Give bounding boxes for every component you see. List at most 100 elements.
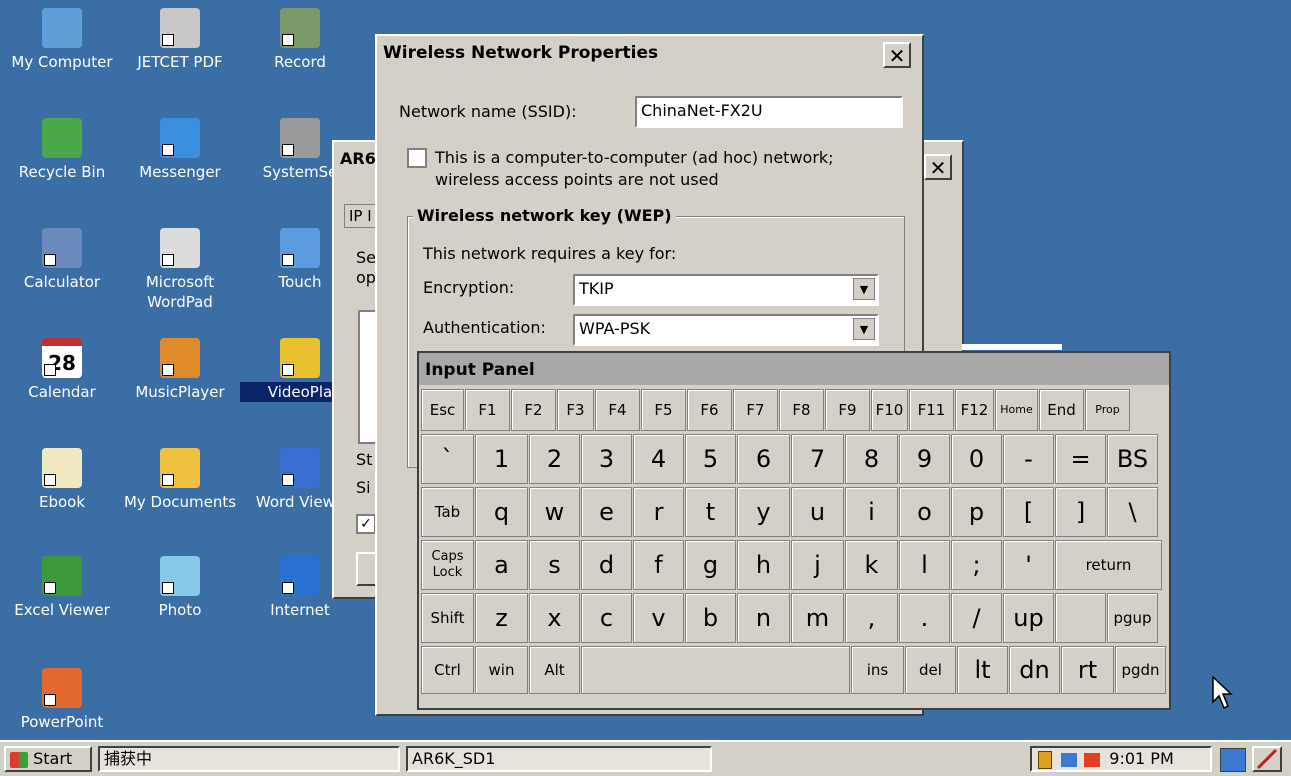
desktop-icon-ebook[interactable]: Ebook: [2, 448, 122, 512]
key-f4[interactable]: F4: [595, 389, 640, 431]
key-h[interactable]: h: [737, 540, 790, 590]
key-c[interactable]: c: [581, 593, 632, 643]
key-shift[interactable]: Shift: [421, 593, 474, 643]
key-5[interactable]: 5: [685, 434, 736, 484]
key-3[interactable]: 3: [581, 434, 632, 484]
key-k[interactable]: k: [845, 540, 898, 590]
key--[interactable]: .: [899, 593, 950, 643]
key-7[interactable]: 7: [791, 434, 844, 484]
key-space[interactable]: [581, 646, 850, 694]
key-j[interactable]: j: [791, 540, 844, 590]
key-f7[interactable]: F7: [733, 389, 778, 431]
desktop-icon-excel-viewer[interactable]: Excel Viewer: [2, 556, 122, 620]
key-x[interactable]: x: [529, 593, 580, 643]
adhoc-label-line1[interactable]: This is a computer-to-computer (ad hoc) …: [435, 148, 834, 167]
desktop-icon-photo[interactable]: Photo: [120, 556, 240, 620]
key-m[interactable]: m: [791, 593, 844, 643]
chevron-down-icon[interactable]: ▼: [853, 278, 875, 300]
key--[interactable]: ;: [951, 540, 1002, 590]
key-r[interactable]: r: [633, 487, 684, 537]
key-ctrl[interactable]: Ctrl: [421, 646, 474, 694]
key--[interactable]: -: [1003, 434, 1054, 484]
key-e[interactable]: e: [581, 487, 632, 537]
key-bs[interactable]: BS: [1107, 434, 1158, 484]
key-tab[interactable]: Tab: [421, 487, 474, 537]
key-lt[interactable]: lt: [957, 646, 1008, 694]
ar6k-close-button[interactable]: ✕: [924, 154, 952, 180]
key-win[interactable]: win: [475, 646, 528, 694]
key-rt[interactable]: rt: [1061, 646, 1114, 694]
key-blank[interactable]: [1055, 593, 1106, 643]
key-t[interactable]: t: [685, 487, 736, 537]
key-f[interactable]: f: [633, 540, 684, 590]
key--[interactable]: =: [1055, 434, 1106, 484]
key-p[interactable]: p: [951, 487, 1002, 537]
desktop-icon-record[interactable]: Record: [240, 8, 360, 72]
ar6k-checkbox[interactable]: ✓: [356, 514, 376, 534]
pen-icon[interactable]: [1252, 746, 1282, 772]
key-2[interactable]: 2: [529, 434, 580, 484]
key--[interactable]: \: [1107, 487, 1158, 537]
key--[interactable]: `: [421, 434, 474, 484]
chevron-down-icon[interactable]: ▼: [853, 318, 875, 340]
key-8[interactable]: 8: [845, 434, 898, 484]
key-s[interactable]: s: [529, 540, 580, 590]
key-g[interactable]: g: [685, 540, 736, 590]
key-a[interactable]: a: [475, 540, 528, 590]
key-d[interactable]: d: [581, 540, 632, 590]
input-method-icon[interactable]: [1084, 752, 1101, 767]
desktop-icon-my-documents[interactable]: My Documents: [120, 448, 240, 512]
key-dn[interactable]: dn: [1009, 646, 1060, 694]
key-n[interactable]: n: [737, 593, 790, 643]
encryption-select[interactable]: TKIP ▼: [573, 274, 879, 306]
desktop-icon-recycle-bin[interactable]: Recycle Bin: [2, 118, 122, 182]
key-f9[interactable]: F9: [825, 389, 870, 431]
key--[interactable]: ]: [1055, 487, 1106, 537]
key-f10[interactable]: F10: [871, 389, 908, 431]
key-o[interactable]: o: [899, 487, 950, 537]
task-button-ar6k[interactable]: AR6K_SD1: [406, 746, 712, 772]
key-home[interactable]: Home: [995, 389, 1038, 431]
key-z[interactable]: z: [475, 593, 528, 643]
start-button[interactable]: Start: [4, 746, 92, 772]
key-1[interactable]: 1: [475, 434, 528, 484]
desktop-icon[interactable]: [1220, 748, 1246, 772]
key-f3[interactable]: F3: [557, 389, 594, 431]
ssid-input[interactable]: ChinaNet-FX2U: [635, 96, 903, 128]
key-f11[interactable]: F11: [909, 389, 954, 431]
key-f5[interactable]: F5: [641, 389, 686, 431]
key-alt[interactable]: Alt: [529, 646, 580, 694]
adhoc-checkbox[interactable]: [407, 148, 427, 168]
key-return[interactable]: return: [1055, 540, 1162, 590]
key-pgup[interactable]: pgup: [1107, 593, 1158, 643]
authentication-select[interactable]: WPA-PSK ▼: [573, 314, 879, 346]
key-pgdn[interactable]: pgdn: [1115, 646, 1166, 694]
key-b[interactable]: b: [685, 593, 736, 643]
key--[interactable]: /: [951, 593, 1002, 643]
key-i[interactable]: i: [845, 487, 898, 537]
key-0[interactable]: 0: [951, 434, 1002, 484]
key-6[interactable]: 6: [737, 434, 790, 484]
key-caps-lock[interactable]: Caps Lock: [421, 540, 474, 590]
key-v[interactable]: v: [633, 593, 684, 643]
key-q[interactable]: q: [475, 487, 528, 537]
key-up[interactable]: up: [1003, 593, 1054, 643]
desktop-icon-messenger[interactable]: Messenger: [120, 118, 240, 182]
key--[interactable]: ': [1003, 540, 1054, 590]
key-w[interactable]: w: [529, 487, 580, 537]
clock[interactable]: 9:01 PM: [1109, 749, 1173, 768]
key-prop[interactable]: Prop: [1085, 389, 1130, 431]
key-f8[interactable]: F8: [779, 389, 824, 431]
desktop-icon-microsoft-wordpad[interactable]: Microsoft WordPad: [120, 228, 240, 312]
desktop-icon-calendar[interactable]: 28 Calendar: [2, 338, 122, 402]
key-esc[interactable]: Esc: [421, 389, 464, 431]
key-f1[interactable]: F1: [465, 389, 510, 431]
desktop-icon-jetcet-pdf[interactable]: JETCET PDF: [120, 8, 240, 72]
network-icon[interactable]: [1061, 752, 1078, 767]
key-end[interactable]: End: [1039, 389, 1084, 431]
key-del[interactable]: del: [905, 646, 956, 694]
battery-icon[interactable]: [1038, 750, 1052, 769]
key--[interactable]: [: [1003, 487, 1054, 537]
key-l[interactable]: l: [899, 540, 950, 590]
ar6k-tab-ip[interactable]: IP I: [344, 204, 377, 228]
